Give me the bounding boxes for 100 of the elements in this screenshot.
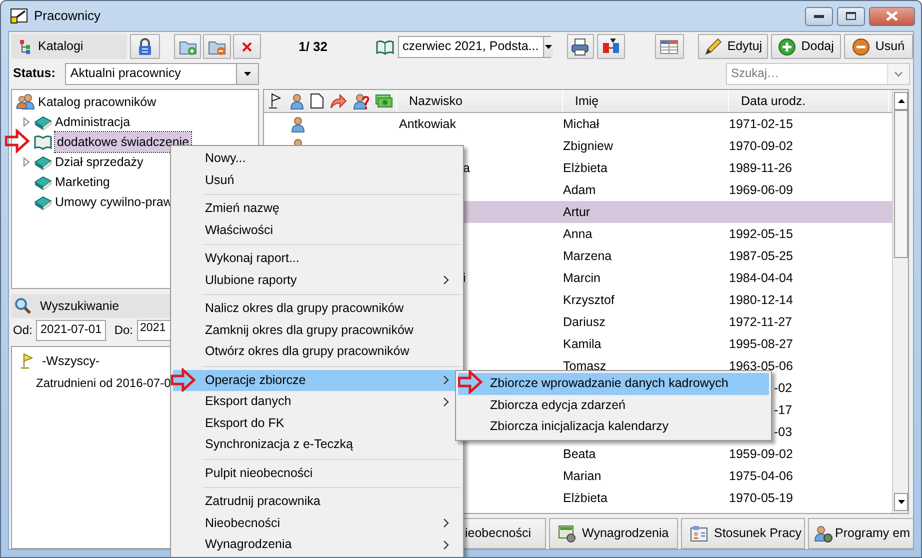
table-cell: Marzena <box>563 248 612 262</box>
maximize-icon <box>846 12 856 20</box>
catalogs-button[interactable]: Katalogi <box>11 34 128 59</box>
table-cell: Tomasz <box>563 358 606 372</box>
menu-item[interactable]: Zbiorcze wprowadzanie danych kadrowych <box>458 373 769 394</box>
book-icon <box>34 174 52 190</box>
status-dropdown[interactable]: Aktualni pracownicy <box>65 62 260 84</box>
search-combo[interactable]: Szukaj… <box>726 62 910 84</box>
table-cell: Artur <box>563 204 590 218</box>
table-cell: 1984-04-04 <box>729 270 793 284</box>
menu-item[interactable]: Zbiorcza inicjalizacja kalendarzy <box>458 416 769 438</box>
table-cell: 1970-05-19 <box>729 490 793 504</box>
delete-button[interactable] <box>233 34 261 59</box>
tree-item[interactable]: Dział sprzedaży <box>55 154 144 170</box>
menu-item[interactable]: Wykonaj raport... <box>173 248 461 270</box>
from-date-field[interactable]: 2021-07-01 <box>36 320 106 340</box>
filter-item[interactable]: Zatrudnieni od 2016-07-0 <box>36 376 171 390</box>
table-cell: Elżbieta <box>563 490 608 504</box>
export-button[interactable] <box>597 34 625 59</box>
dropdown-button[interactable] <box>887 64 909 84</box>
caret-icon <box>243 70 252 76</box>
flag-icon <box>20 353 34 369</box>
book-icon <box>34 154 52 170</box>
delete-icon <box>242 42 252 52</box>
menu-item[interactable]: Zbiorcza edycja zdarzeń <box>458 394 769 416</box>
table-cell: 1971-02-15 <box>729 116 793 130</box>
tab-button[interactable]: Wynagrodzenia <box>549 518 678 549</box>
column-header[interactable]: Nazwisko <box>397 90 563 112</box>
from-label: Od: <box>13 322 32 338</box>
column-header[interactable]: Imię <box>563 90 729 112</box>
pencil-icon <box>704 38 722 56</box>
table-cell: Zbigniew <box>563 138 614 152</box>
table-cell: Beata <box>563 446 596 460</box>
section-title: Wyszukiwanie <box>40 298 120 314</box>
tree-icon <box>19 38 33 54</box>
table-cell: 1987-05-25 <box>729 248 793 262</box>
menu-item[interactable]: Ulubione raporty <box>173 270 461 291</box>
filter-item[interactable]: -Wszyscy- <box>42 354 100 368</box>
money-icon <box>375 94 393 108</box>
remove-button[interactable]: Usuń <box>844 34 913 59</box>
arrow-icon <box>458 370 483 394</box>
printer-icon <box>571 38 590 56</box>
table-cell: 1963-05-06 <box>729 358 793 372</box>
record-counter: 1/ 32 <box>298 38 328 54</box>
plus-icon <box>778 38 796 56</box>
table-cell: -17 <box>774 402 792 416</box>
tree-item[interactable]: Katalog pracowników <box>38 94 156 110</box>
menu-item[interactable]: Pulpit nieobecności <box>173 462 461 484</box>
table-cell: 1992-05-15 <box>729 226 793 240</box>
tree-item[interactable]: dodatkowe świadczenie <box>55 132 192 152</box>
table-cell: Elżbieta <box>563 160 608 174</box>
maximize-button[interactable] <box>837 6 865 26</box>
table-cell: Michał <box>563 116 600 130</box>
app-icon <box>10 8 28 24</box>
close-button[interactable] <box>869 6 915 26</box>
table-icon <box>660 40 678 54</box>
export-icon <box>602 38 620 56</box>
table-cell: 1980-12-14 <box>729 292 793 306</box>
add-button[interactable]: Dodaj <box>771 34 841 59</box>
print-button[interactable] <box>566 34 594 59</box>
table-cell: Marcin <box>563 270 601 284</box>
remove-folder-button[interactable] <box>203 34 232 59</box>
window-title: Pracownicy <box>34 8 100 24</box>
minimize-button[interactable] <box>805 6 833 26</box>
scroll-down-icon <box>896 499 906 505</box>
menu-item[interactable]: Otwórz okres dla grupy pracowników <box>173 341 461 362</box>
period-dropdown[interactable]: czerwiec 2021, Podsta... <box>398 36 551 58</box>
to-label: Do: <box>114 322 134 338</box>
add-folder-button[interactable] <box>174 34 202 59</box>
arrow-icon <box>5 129 30 153</box>
tab-button[interactable]: Programy em <box>808 518 913 549</box>
person-question-icon <box>352 92 370 110</box>
table-cell: Kamila <box>563 336 602 350</box>
contract-icon <box>690 524 708 542</box>
table-cell: 1975-04-06 <box>729 468 793 482</box>
menu-item[interactable]: Nalicz okres dla grupy pracowników <box>173 298 461 320</box>
table-cell: -02 <box>774 380 792 394</box>
table-cell: Anna <box>563 226 592 240</box>
close-icon <box>886 11 898 21</box>
status-label: Status: <box>13 66 56 81</box>
lock-button[interactable] <box>130 34 160 59</box>
menu-item[interactable]: Zatrudnij pracownika <box>173 491 461 512</box>
edit-button[interactable]: Edytuj <box>698 34 768 59</box>
book-icon <box>376 38 394 54</box>
columns-button[interactable] <box>654 34 684 59</box>
scrollbar-thumb[interactable] <box>894 110 908 258</box>
tree-item[interactable]: Administracja <box>55 114 130 130</box>
people-icon <box>15 93 35 111</box>
menu-item[interactable]: Usuń <box>173 170 461 191</box>
scroll-up-icon <box>896 98 906 104</box>
payroll-icon <box>558 524 576 542</box>
arrow-icon <box>171 368 196 392</box>
table-cell: 1959-09-02 <box>729 446 793 460</box>
tree-item[interactable]: Umowy cywilno-praw <box>55 194 172 210</box>
column-header[interactable]: Data urodz. <box>729 90 889 112</box>
table-cell: Krzysztof <box>563 292 614 306</box>
tree-item[interactable]: Marketing <box>55 174 110 190</box>
table-cell: Marian <box>563 468 602 482</box>
tab-button[interactable]: Stosunek Pracy <box>681 518 805 549</box>
menu-item[interactable]: Synchronizacja z e-Teczką <box>173 434 461 456</box>
